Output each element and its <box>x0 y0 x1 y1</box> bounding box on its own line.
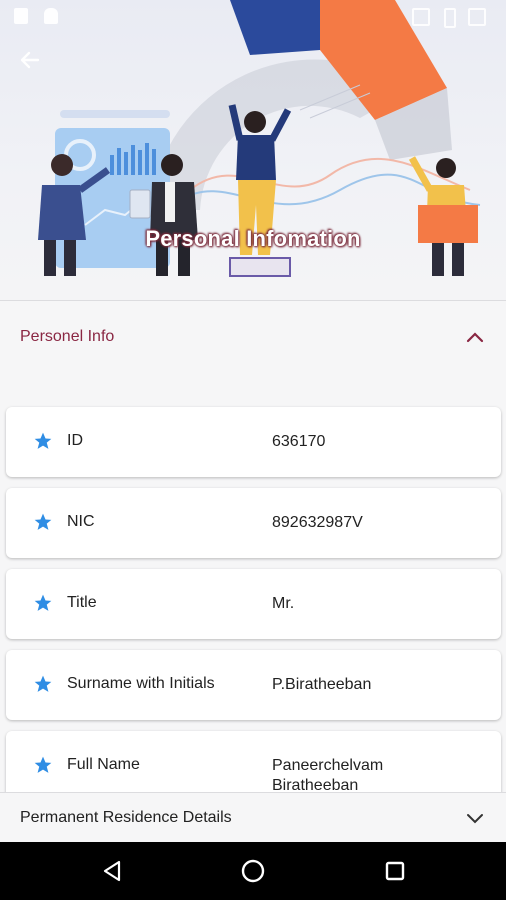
team-illustration <box>38 0 481 277</box>
android-icon <box>44 8 58 24</box>
section-title: Permanent Residence Details <box>20 808 232 826</box>
nav-back-button[interactable] <box>97 856 127 886</box>
field-card-id: ID 636170 <box>6 407 501 477</box>
page-title: Personal Infomation <box>145 226 361 251</box>
star-icon <box>34 594 52 611</box>
field-card-title: Title Mr. <box>6 569 501 639</box>
chevron-up-icon <box>464 326 486 348</box>
field-label: ID <box>67 432 83 449</box>
system-navigation-bar <box>0 842 506 900</box>
field-value: Mr. <box>272 595 295 612</box>
field-label: NIC <box>67 513 95 530</box>
nav-home-button[interactable] <box>238 856 268 886</box>
field-label: Surname with Initials <box>67 675 215 692</box>
star-icon <box>34 432 52 449</box>
header-divider <box>0 300 506 301</box>
star-icon <box>34 756 52 773</box>
field-card-nic: NIC 892632987V <box>6 488 501 558</box>
header-illustration: Personal Infomation <box>0 0 506 300</box>
permanent-residence-section-header[interactable]: Permanent Residence Details <box>0 792 506 842</box>
battery-icon <box>444 8 456 28</box>
chevron-down-icon <box>464 807 486 829</box>
triangle-back-icon <box>103 860 121 882</box>
field-value: P.Biratheeban <box>272 676 372 693</box>
square-recents-icon <box>385 861 405 881</box>
back-button[interactable] <box>18 48 54 84</box>
status-bar <box>0 0 506 30</box>
section-title: Personel Info <box>20 328 115 345</box>
star-icon <box>34 675 52 692</box>
field-label: Full Name <box>67 756 140 773</box>
nav-recents-button[interactable] <box>380 856 410 886</box>
circle-home-icon <box>241 859 265 883</box>
wifi-icon <box>412 8 430 26</box>
personel-info-section-header[interactable]: Personel Info <box>0 302 506 372</box>
signal-icon <box>468 8 486 26</box>
field-value: 636170 <box>272 433 326 450</box>
sd-card-icon <box>14 8 28 24</box>
star-icon <box>34 513 52 530</box>
field-value: Paneerchelvam Biratheeban <box>272 757 384 794</box>
field-value: 892632987V <box>272 514 363 531</box>
field-label: Title <box>67 594 97 611</box>
field-card-surname: Surname with Initials P.Biratheeban <box>6 650 501 720</box>
arrow-left-icon <box>20 51 40 69</box>
